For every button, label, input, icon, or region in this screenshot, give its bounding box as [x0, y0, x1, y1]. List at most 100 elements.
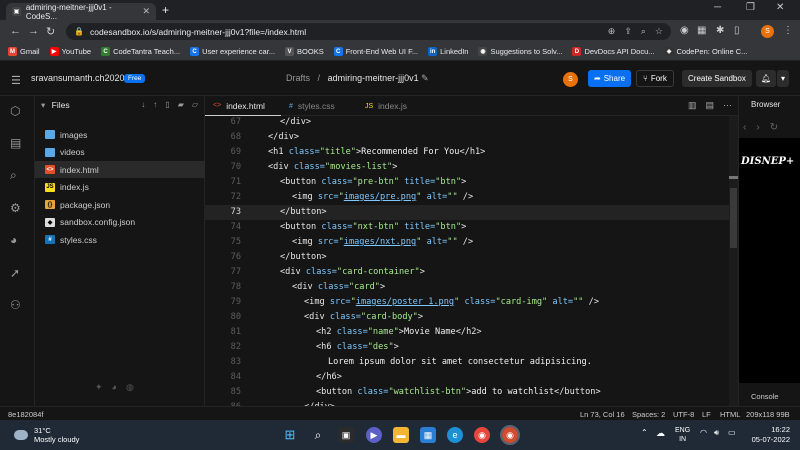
create-sandbox-button[interactable]: Create Sandbox: [682, 70, 752, 87]
windows-start-icon[interactable]: ⊞: [282, 427, 298, 443]
code-line[interactable]: 78 <div class="card">: [205, 280, 738, 295]
discord-icon[interactable]: ◍: [126, 382, 134, 393]
split-view-icon[interactable]: ▥: [688, 100, 697, 111]
preview-back-icon[interactable]: ‹: [743, 122, 746, 133]
twitter-icon[interactable]: ✦: [95, 382, 103, 393]
back-arrow-icon[interactable]: ←: [10, 25, 21, 37]
preview-frame[interactable]: DISNEP+: [739, 138, 800, 383]
code-line[interactable]: 68 </div>: [205, 130, 738, 145]
github-icon[interactable]: ◕: [10, 233, 17, 247]
sandbox-name[interactable]: admiring-meitner-jjj0v1: [328, 73, 419, 83]
file-tree-item[interactable]: ◆ sandbox.config.json: [35, 214, 205, 231]
sandbox-info-icon[interactable]: ⬡: [10, 104, 20, 118]
share-page-icon[interactable]: ⇪: [624, 26, 632, 37]
code-line[interactable]: 72 <img src="images/pre.png" alt="" />: [205, 190, 738, 205]
scrollbar-thumb[interactable]: [730, 188, 737, 248]
deploy-rocket-icon[interactable]: ➚: [10, 266, 20, 280]
file-tree-item[interactable]: JS index.js: [35, 179, 205, 196]
file-tree-item[interactable]: <> index.html: [35, 161, 205, 178]
breadcrumb-folder[interactable]: Drafts: [286, 73, 310, 83]
account-menu-button[interactable]: ▾: [777, 70, 790, 87]
username[interactable]: sravansumanth.ch2020: [31, 73, 125, 83]
code-line[interactable]: 79 <img src="images/poster 1.png" class="…: [205, 295, 738, 310]
microsoft-store-icon[interactable]: ▦: [420, 427, 436, 443]
console-tab[interactable]: Console: [751, 392, 779, 401]
search-icon[interactable]: ⌕: [10, 168, 17, 183]
weather-widget[interactable]: 31°C Mostly cloudy: [14, 426, 79, 444]
encoding[interactable]: UTF-8: [673, 410, 694, 419]
bookmark-item[interactable]: C Front-End Web UI F...: [333, 47, 418, 56]
preview-layout-icon[interactable]: ▤: [705, 100, 714, 111]
browser-tab[interactable]: ▣ admiring-meitner-jjj0v1 - CodeS... ✕: [6, 3, 156, 21]
profile-avatar[interactable]: S: [761, 25, 774, 38]
settings-gear-icon[interactable]: ⚙: [10, 201, 21, 215]
edit-name-icon[interactable]: ✎: [421, 73, 429, 83]
task-view-icon[interactable]: ▣: [338, 427, 354, 443]
code-line[interactable]: 83 Lorem ipsum dolor sit amet consectetur…: [205, 355, 738, 370]
clock[interactable]: 16:22 05-07-2022: [752, 425, 790, 445]
fork-button[interactable]: ⑂ Fork: [636, 70, 674, 87]
live-users-icon[interactable]: ⚇: [10, 298, 21, 312]
user-avatar[interactable]: S: [563, 72, 578, 87]
edge-browser-icon[interactable]: e: [447, 427, 463, 443]
reload-icon[interactable]: ↻: [46, 25, 55, 38]
indent-setting[interactable]: Spaces: 2: [632, 410, 665, 419]
search-icon[interactable]: ⌕: [310, 427, 326, 443]
code-line[interactable]: 67 </div>: [205, 116, 738, 130]
file-explorer-icon[interactable]: ▬: [393, 427, 409, 443]
editor-tab[interactable]: <> index.html: [205, 96, 281, 116]
code-line[interactable]: 81 <h2 class="name">Movie Name</h2>: [205, 325, 738, 340]
code-line[interactable]: 73 </button>: [205, 205, 738, 220]
code-line[interactable]: 70 <div class="movies-list">: [205, 160, 738, 175]
extension-puzzle-icon[interactable]: ✱: [716, 25, 724, 36]
files-icon[interactable]: ▤: [10, 136, 21, 150]
sidebar-panel-icon[interactable]: ▯: [734, 25, 740, 36]
code-line[interactable]: 77 <div class="card-container">: [205, 265, 738, 280]
editor-scrollbar[interactable]: [729, 116, 738, 406]
bookmark-item[interactable]: C User experience car...: [190, 47, 275, 56]
wifi-icon[interactable]: ◠: [700, 428, 707, 437]
code-editor[interactable]: 67 </div> 68 </div> 69 <h1 class="title">Reco…: [205, 116, 738, 406]
editor-tab[interactable]: JS index.js: [357, 96, 433, 116]
chevron-up-icon[interactable]: ⌃: [641, 428, 648, 437]
zoom-icon[interactable]: ⌕: [641, 26, 646, 37]
share-button[interactable]: ➦ Share: [588, 70, 632, 87]
maximize-icon[interactable]: ❐: [746, 2, 755, 13]
install-icon[interactable]: ⊕: [608, 26, 616, 37]
code-line[interactable]: 74 <button class="nxt-btn" title="btn">: [205, 220, 738, 235]
battery-icon[interactable]: ▭: [728, 428, 736, 437]
grammarly-extension-icon[interactable]: ◉: [680, 25, 689, 36]
extension-icon[interactable]: ▦: [697, 25, 706, 36]
github-icon[interactable]: ◕: [112, 382, 117, 393]
file-tree-item[interactable]: videos: [35, 144, 205, 161]
upload-icon[interactable]: ▱: [192, 100, 198, 109]
bookmark-item[interactable]: C CodeTantra Teach...: [101, 47, 180, 56]
cursor-position[interactable]: Ln 73, Col 16: [580, 410, 625, 419]
new-folder-icon[interactable]: ▰: [178, 100, 184, 109]
file-tree-item[interactable]: images: [35, 126, 205, 143]
bookmark-star-icon[interactable]: ☆: [655, 26, 663, 37]
editor-tab[interactable]: # styles.css: [281, 96, 357, 116]
bookmark-item[interactable]: in LinkedIn: [428, 47, 468, 56]
language-mode[interactable]: HTML: [720, 410, 740, 419]
chrome-icon[interactable]: ◉: [474, 427, 490, 443]
minimize-icon[interactable]: ─: [714, 2, 721, 13]
files-header[interactable]: ▾ Files: [41, 100, 70, 111]
forward-arrow-icon[interactable]: →: [28, 25, 39, 37]
line-ending[interactable]: LF: [702, 410, 711, 419]
new-file-icon[interactable]: ▯: [165, 100, 169, 109]
input-region[interactable]: IN: [679, 436, 686, 443]
url-input[interactable]: 🔒 codesandbox.io/s/admiring-meitner-jjj0…: [66, 23, 671, 40]
more-options-icon[interactable]: ⋯: [723, 100, 732, 111]
code-line[interactable]: 76 </button>: [205, 250, 738, 265]
code-line[interactable]: 69 <h1 class="title">Recommended For You<…: [205, 145, 738, 160]
sort-down-icon[interactable]: ↓: [141, 100, 145, 109]
file-tree-item[interactable]: # styles.css: [35, 231, 205, 248]
bookmark-item[interactable]: ◈ CodePen: Online C...: [664, 47, 747, 56]
bookmark-item[interactable]: ◉ Suggestions to Solv...: [478, 47, 562, 56]
code-line[interactable]: 80 <div class="card-body">: [205, 310, 738, 325]
teams-chat-icon[interactable]: ▶: [366, 427, 382, 443]
bookmark-item[interactable]: D DevDocs API Docu...: [572, 47, 655, 56]
window-close-icon[interactable]: ✕: [776, 2, 784, 13]
chrome-active-icon[interactable]: ◉: [500, 425, 520, 445]
